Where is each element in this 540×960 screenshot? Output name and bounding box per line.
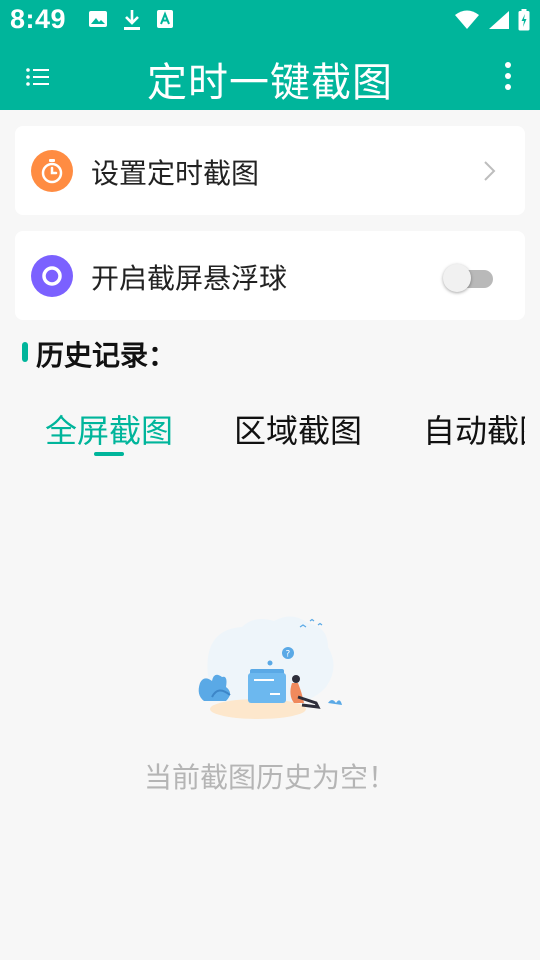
text-a-icon <box>157 10 173 28</box>
target-icon-badge <box>31 255 73 297</box>
app-title: 定时一键截图 <box>147 60 393 106</box>
wifi-icon <box>455 10 479 29</box>
battery-icon <box>518 9 530 31</box>
signal-icon <box>489 11 509 29</box>
download-icon <box>124 10 140 30</box>
set-timer-screenshot-card[interactable]: 设置定时截图 <box>15 126 525 215</box>
floating-ball-label: 开启截屏悬浮球 <box>91 262 288 295</box>
more-options-button[interactable] <box>500 58 516 94</box>
timer-icon <box>41 159 63 184</box>
active-tab-indicator <box>94 452 124 456</box>
floating-ball-toggle[interactable] <box>443 262 495 292</box>
image-icon <box>89 11 107 27</box>
tab-region[interactable]: 区域截图 <box>234 406 362 452</box>
chevron-right-icon <box>484 161 496 181</box>
empty-history-message: 当前截图历史为空！ <box>143 761 396 794</box>
history-section-marker <box>22 342 28 362</box>
history-tabs: 全屏截图 区域截图 自动截图 <box>0 400 525 460</box>
svg-text:?: ? <box>286 650 291 660</box>
status-time: 8:49 <box>10 4 67 34</box>
timer-icon-badge <box>31 150 73 192</box>
toggle-thumb <box>443 264 471 292</box>
status-bar: 8:49 <box>0 0 540 42</box>
history-title: 历史记录： <box>36 339 177 372</box>
set-timer-label: 设置定时截图 <box>91 157 260 190</box>
target-icon <box>42 266 62 286</box>
app-bar: 定时一键截图 <box>0 42 540 110</box>
floating-ball-card: 开启截屏悬浮球 <box>15 231 525 320</box>
more-vert-icon <box>505 62 511 90</box>
tab-auto[interactable]: 自动截图 <box>423 406 525 452</box>
status-notification-icons <box>88 9 174 31</box>
tab-fullscreen[interactable]: 全屏截图 <box>45 406 173 452</box>
empty-state-illustration: ? <box>198 616 342 719</box>
status-system-icons <box>454 9 530 31</box>
